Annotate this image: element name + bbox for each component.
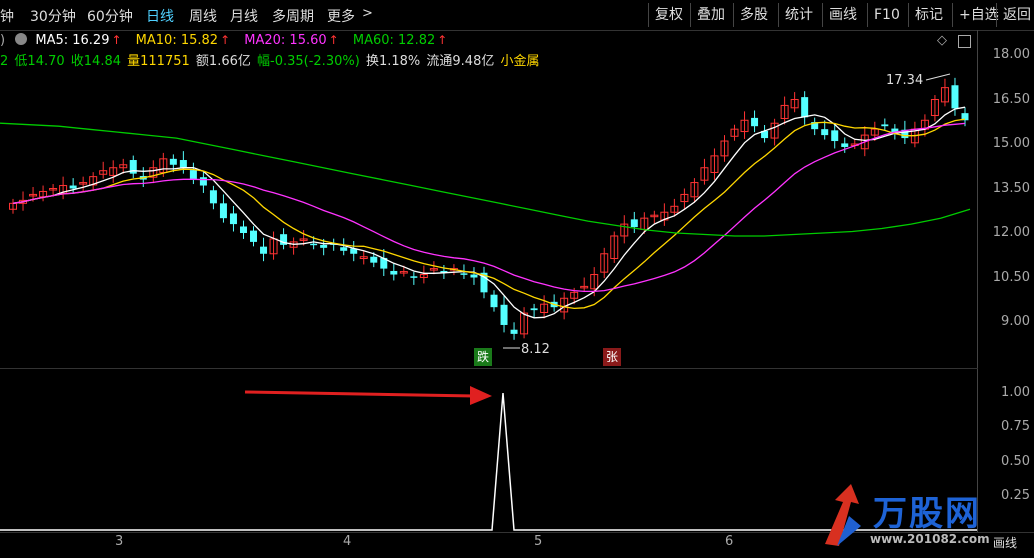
- candle-body: [390, 270, 398, 275]
- high-pointer-line: [925, 73, 951, 81]
- candle-body: [881, 124, 889, 127]
- candle-body: [831, 130, 839, 142]
- candle-body: [821, 129, 829, 136]
- ma5-line: [12, 106, 966, 319]
- draw-line-button[interactable]: 画线: [822, 3, 863, 27]
- period-weekly[interactable]: 周线: [189, 6, 217, 26]
- date-axis-tick: 6: [725, 534, 734, 549]
- high-price-label: 17.34: [886, 73, 924, 88]
- ma20-line: [12, 122, 966, 293]
- price-axis-tick: 15.00: [992, 136, 1030, 151]
- indicator-axis-tick: 1.00: [1001, 385, 1030, 400]
- price-axis-tick: 10.50: [992, 269, 1030, 285]
- kline-chart[interactable]: [0, 30, 978, 368]
- rise-signal-tag: 张: [603, 348, 621, 366]
- price-axis-tick: 13.50: [992, 180, 1030, 196]
- candle-body: [199, 177, 207, 186]
- candle-body: [179, 160, 187, 168]
- candle-body: [239, 226, 247, 233]
- indicator-axis-tick: 0.75: [1001, 419, 1030, 435]
- date-axis-tick: 4: [343, 534, 352, 549]
- fall-signal-tag: 跌: [474, 348, 492, 366]
- candle-body: [951, 85, 959, 109]
- period-daily[interactable]: 日线: [146, 6, 174, 26]
- candle-body: [320, 244, 328, 248]
- red-arrow-head-icon: [470, 386, 492, 405]
- candle-body: [310, 243, 318, 246]
- mark-button[interactable]: 标记: [908, 3, 949, 27]
- candle-body: [410, 276, 418, 278]
- red-arrow-line: [244, 390, 476, 398]
- candle-body: [169, 158, 177, 165]
- back-button[interactable]: 返回: [996, 3, 1034, 27]
- period-more[interactable]: 更多: [327, 6, 355, 26]
- candle-body: [801, 97, 809, 118]
- indicator-axis-tick: 0.50: [1001, 453, 1030, 469]
- candle-body: [219, 203, 227, 219]
- ma60-line: [0, 122, 971, 237]
- candle-body: [340, 247, 348, 251]
- multi-stock-button[interactable]: 多股: [733, 3, 774, 27]
- brand-label: 万股网: [873, 494, 981, 534]
- price-axis-tick: 18.00: [992, 47, 1030, 62]
- price-axis-tick: 9.00: [1001, 314, 1030, 329]
- brand-url: www.201082.com: [870, 532, 990, 546]
- candle-body: [189, 170, 197, 180]
- candle-body: [500, 304, 508, 325]
- candle-body: [751, 117, 759, 127]
- chevron-right-icon[interactable]: >: [362, 6, 373, 21]
- f10-button[interactable]: F10: [867, 3, 906, 27]
- candle-body: [470, 274, 478, 278]
- date-axis-tick: 5: [534, 534, 543, 549]
- period-60min[interactable]: 60分钟: [87, 6, 133, 26]
- candle-body: [260, 246, 268, 254]
- price-axis-tick: 12.00: [992, 225, 1030, 240]
- period-minute[interactable]: 钟: [0, 6, 14, 26]
- candle-body: [250, 230, 258, 242]
- candle-body: [209, 190, 217, 204]
- low-price-label: 8.12: [521, 342, 550, 357]
- candle-body: [510, 329, 518, 334]
- candle-body: [490, 294, 498, 308]
- candle-body: [841, 143, 849, 147]
- candle-body: [630, 219, 638, 228]
- period-multi[interactable]: 多周期: [272, 6, 314, 26]
- period-monthly[interactable]: 月线: [230, 6, 258, 26]
- watermark-logo: 万股网 www.201082.com: [815, 482, 1015, 552]
- date-axis-tick: 3: [115, 534, 124, 549]
- period-30min[interactable]: 30分钟: [30, 6, 76, 26]
- price-axis-tick: 16.50: [992, 91, 1030, 107]
- candle-body: [530, 308, 538, 311]
- top-toolbar: 钟 30分钟 60分钟 日线 周线 月线 多周期 更多 > 复权 叠加 多股 统…: [0, 0, 1034, 31]
- fuquan-button[interactable]: 复权: [648, 3, 689, 27]
- candle-body: [69, 185, 77, 189]
- candle-body: [370, 256, 378, 263]
- candle-body: [460, 273, 468, 275]
- candle-body: [229, 213, 237, 225]
- stats-button[interactable]: 统计: [778, 3, 819, 27]
- overlay-button[interactable]: 叠加: [690, 3, 731, 27]
